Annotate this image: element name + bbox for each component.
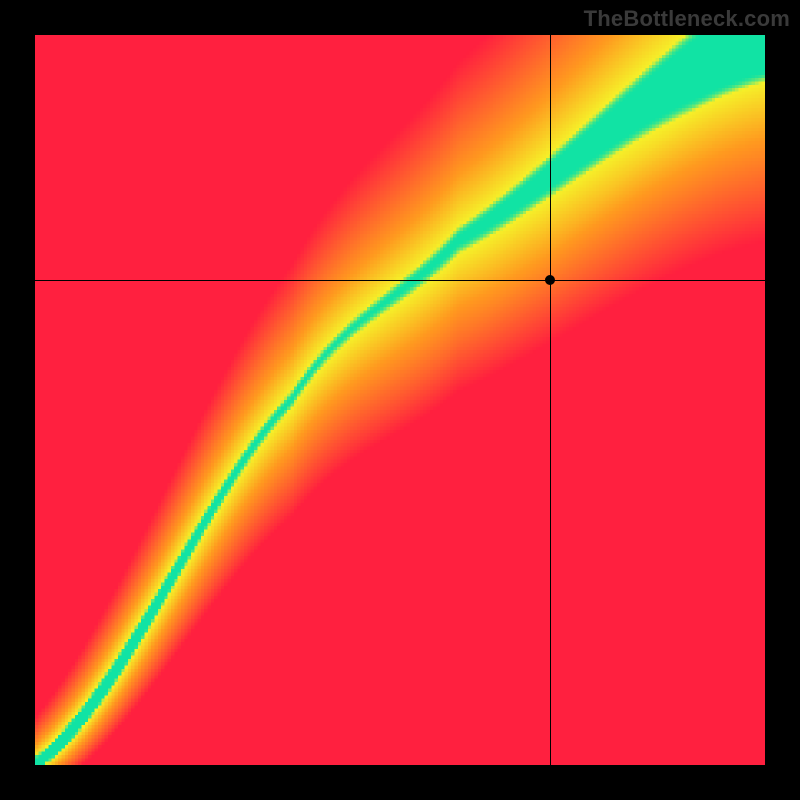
selected-point-marker <box>545 275 555 285</box>
crosshair-horizontal-line <box>35 280 765 281</box>
chart-frame: TheBottleneck.com <box>0 0 800 800</box>
crosshair-vertical-line <box>550 35 551 765</box>
watermark-text: TheBottleneck.com <box>584 6 790 32</box>
bottleneck-heatmap <box>35 35 765 765</box>
